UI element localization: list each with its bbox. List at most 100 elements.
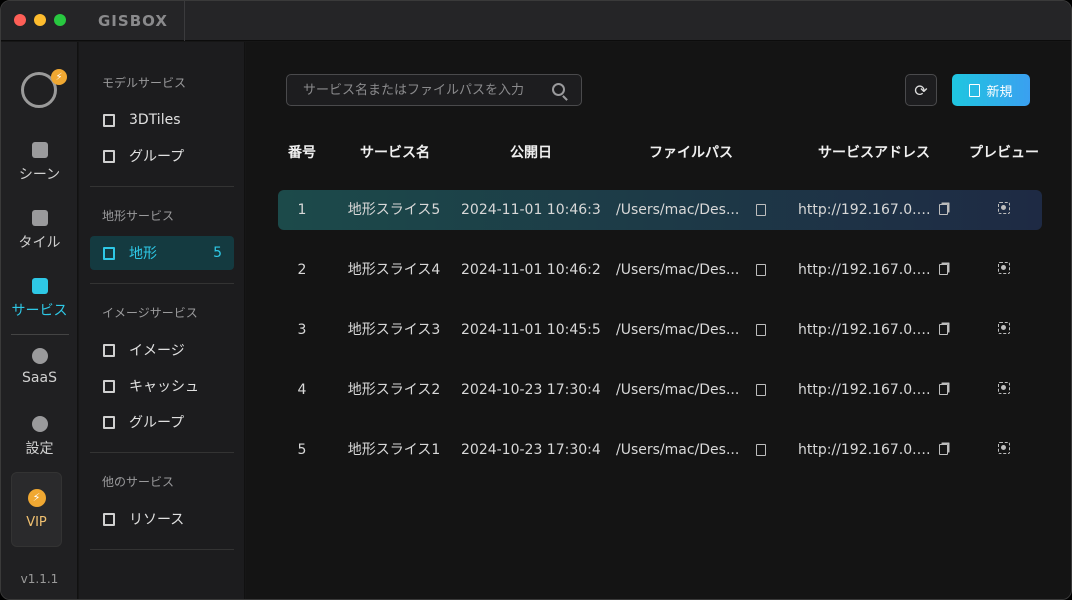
group-title-terrain: 地形サービス: [102, 209, 175, 223]
table-row[interactable]: 2 地形スライス4 2024-11-01 10:46:21 /Users/mac…: [278, 250, 1042, 290]
cell-address: http://192.167.0.1...: [798, 202, 933, 218]
image-icon: [103, 343, 115, 357]
rail-item-label: シーン: [18, 167, 61, 183]
preview-icon[interactable]: [998, 262, 1010, 274]
subnav-item-3dtiles[interactable]: 3DTiles: [90, 103, 234, 137]
column-header-name: サービス名: [360, 145, 430, 161]
cell-num: 2: [297, 262, 307, 278]
cell-path: /Users/mac/Des...: [616, 262, 740, 278]
column-header-path: ファイルパス: [649, 145, 733, 161]
cell-name: 地形スライス1: [347, 442, 441, 458]
settings-icon: [31, 416, 48, 432]
subnav-item-label: イメージ: [129, 343, 185, 359]
rail-item-service[interactable]: サービス: [1, 278, 78, 320]
cell-name: 地形スライス2: [347, 382, 441, 398]
cell-path: /Users/mac/Des...: [616, 322, 740, 338]
vip-label: VIP: [26, 515, 47, 530]
subnav-item-label: リソース: [129, 512, 185, 528]
main-nav-rail: ⚡ シーン タイル サービス SaaS 設定 ⚡ VIP v1.1.1: [1, 42, 78, 599]
cell-path: /Users/mac/Des...: [616, 442, 740, 458]
table-row[interactable]: 5 地形スライス1 2024-10-23 17:30:46 /Users/mac…: [278, 430, 1042, 470]
minimize-window-button[interactable]: [34, 14, 46, 26]
subnav-item-model-group[interactable]: グループ: [90, 139, 234, 173]
cell-address: http://192.167.0.1...: [798, 262, 933, 278]
preview-icon[interactable]: [998, 322, 1010, 334]
cell-date: 2024-11-01 10:46:39: [461, 202, 601, 218]
file-path-icon[interactable]: [756, 324, 766, 336]
preview-icon[interactable]: [998, 382, 1010, 394]
copy-icon[interactable]: [939, 384, 948, 395]
close-window-button[interactable]: [14, 14, 26, 26]
subnav-item-cache[interactable]: キャッシュ: [90, 369, 234, 403]
vip-button[interactable]: ⚡ VIP: [11, 472, 62, 547]
cell-num: 5: [297, 442, 307, 458]
maximize-window-button[interactable]: [54, 14, 66, 26]
refresh-button[interactable]: ⟳: [905, 74, 937, 106]
saas-icon: [31, 348, 48, 364]
rail-item-tile[interactable]: タイル: [1, 210, 78, 252]
column-header-num: 番号: [288, 145, 316, 161]
app-logo: GISBOX: [98, 12, 168, 30]
cell-num: 1: [297, 202, 307, 218]
group-title-other: 他のサービス: [102, 475, 175, 489]
group-icon: [103, 149, 115, 163]
new-button-label: 新規: [986, 84, 1013, 100]
file-path-icon[interactable]: [756, 444, 766, 456]
subnav-item-image[interactable]: イメージ: [90, 333, 234, 367]
subnav-item-label: 3DTiles: [129, 112, 181, 128]
subnav-item-terrain[interactable]: 地形 5: [90, 236, 234, 270]
search-input[interactable]: [303, 75, 543, 105]
file-path-icon[interactable]: [756, 384, 766, 396]
app-version: v1.1.1: [20, 572, 59, 586]
cell-name: 地形スライス4: [347, 262, 441, 278]
rail-item-saas[interactable]: SaaS: [1, 348, 78, 386]
cell-path: /Users/mac/Des...: [616, 382, 740, 398]
resource-icon: [103, 512, 115, 526]
group-title-model: モデルサービス: [102, 76, 187, 90]
group-divider: [90, 549, 234, 550]
title-divider: [184, 1, 185, 41]
search-icon[interactable]: [552, 83, 565, 96]
refresh-icon: ⟳: [914, 80, 928, 100]
subnav-item-label: グループ: [129, 149, 185, 165]
cell-num: 4: [297, 382, 307, 398]
copy-icon[interactable]: [939, 324, 948, 335]
add-file-icon: [969, 83, 981, 97]
search-box: [286, 74, 582, 106]
tile-icon: [31, 210, 48, 226]
cell-address: http://192.167.0.1...: [798, 442, 933, 458]
subnav-item-image-group[interactable]: グループ: [90, 405, 234, 439]
preview-icon[interactable]: [998, 442, 1010, 454]
cell-name: 地形スライス3: [347, 322, 441, 338]
rail-item-label: サービス: [11, 303, 68, 319]
table-row[interactable]: 4 地形スライス2 2024-10-23 17:30:46 /Users/mac…: [278, 370, 1042, 410]
group-title-image: イメージサービス: [102, 306, 198, 320]
column-header-address: サービスアドレス: [818, 145, 930, 161]
subnav-item-resource[interactable]: リソース: [90, 502, 234, 536]
service-subnav: モデルサービス 3DTiles グループ 地形サービス 地形 5 イメージサービ…: [79, 42, 245, 599]
cell-date: 2024-10-23 17:30:46: [461, 382, 601, 398]
service-icon: [31, 278, 48, 294]
preview-icon[interactable]: [998, 202, 1010, 214]
subnav-item-label: 地形: [129, 246, 157, 262]
lightning-icon: ⚡: [27, 489, 46, 507]
table-row[interactable]: 1 地形スライス5 2024-11-01 10:46:39 /Users/mac…: [278, 190, 1042, 230]
rail-item-label: タイル: [18, 235, 61, 251]
rail-item-scene[interactable]: シーン: [1, 142, 78, 184]
cell-date: 2024-10-23 17:30:46: [461, 442, 601, 458]
cell-date: 2024-11-01 10:45:55: [461, 322, 601, 338]
file-path-icon[interactable]: [756, 204, 766, 216]
group-divider: [90, 283, 234, 284]
rail-item-settings[interactable]: 設定: [1, 416, 78, 458]
copy-icon[interactable]: [939, 444, 948, 455]
cell-num: 3: [297, 322, 307, 338]
copy-icon[interactable]: [939, 264, 948, 275]
copy-icon[interactable]: [939, 204, 948, 215]
main-content: ⟳ 新規 番号 サービス名 公開日 ファイルパス サービスアドレス プレビュー …: [246, 42, 1071, 599]
table-row[interactable]: 3 地形スライス3 2024-11-01 10:45:55 /Users/mac…: [278, 310, 1042, 350]
terrain-icon: [103, 246, 115, 260]
new-button[interactable]: 新規: [952, 74, 1030, 106]
file-path-icon[interactable]: [756, 264, 766, 276]
subnav-item-label: キャッシュ: [129, 379, 199, 395]
group-divider: [90, 452, 234, 453]
